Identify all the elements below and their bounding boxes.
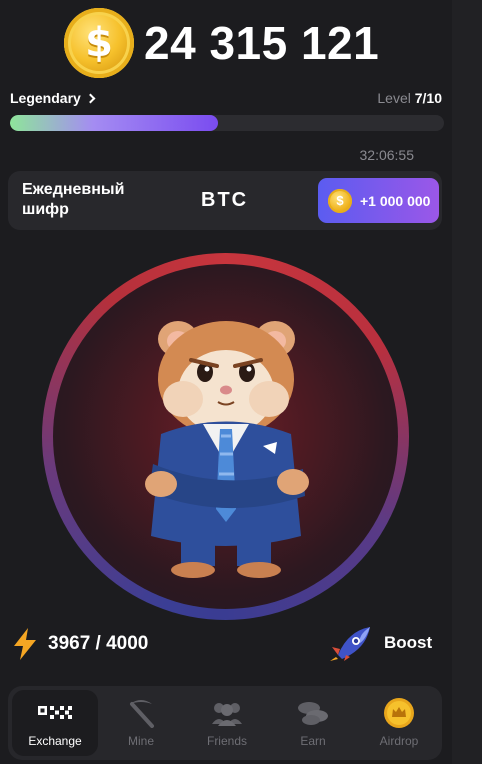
friends-icon <box>210 698 244 728</box>
level-label: Level <box>377 90 411 106</box>
level-row: Legendary Level 7/10 <box>10 90 442 106</box>
rocket-icon <box>330 627 370 661</box>
rank-link[interactable]: Legendary <box>10 90 96 106</box>
boost-button[interactable]: Boost <box>330 625 432 661</box>
daily-cipher-card[interactable]: Ежедневный шифр BTC $ +1 000 000 <box>8 171 442 230</box>
nav-label-earn: Earn <box>300 734 326 748</box>
pickaxe-icon <box>124 698 158 728</box>
lightning-icon <box>14 628 36 660</box>
cipher-timer: 32:06:55 <box>359 147 415 163</box>
airdrop-coin-icon <box>382 698 416 728</box>
cipher-reward-value: +1 000 000 <box>360 192 431 209</box>
nav-label-mine: Mine <box>127 734 154 748</box>
app-screen: $ 24 315 121 Legendary Level 7/10 32:06:… <box>0 0 452 764</box>
nav-label-exchange: Exchange <box>28 734 82 748</box>
coins-icon <box>296 698 330 728</box>
side-strip <box>452 0 482 764</box>
nav-label-friends: Friends <box>206 734 247 748</box>
level-progress-fill <box>10 115 219 131</box>
energy-indicator: 3967 / 4000 <box>12 628 148 660</box>
cipher-reward-button[interactable]: $ +1 000 000 <box>318 178 439 223</box>
coin-icon: $ <box>328 188 352 213</box>
balance-display: $ 24 315 121 <box>64 8 379 78</box>
tap-button[interactable] <box>42 253 409 620</box>
level-indicator: Level 7/10 <box>377 90 442 106</box>
chevron-right-icon <box>85 93 96 103</box>
balance-value: 24 315 121 <box>144 17 380 69</box>
nav-item-exchange[interactable]: Exchange <box>12 690 98 756</box>
hamster-ceo-image <box>145 321 309 578</box>
nav-item-earn[interactable]: Earn <box>270 686 356 760</box>
boost-label: Boost <box>384 633 433 652</box>
daily-cipher-label: Ежедневный шифр <box>22 181 125 218</box>
bottom-nav: Exchange Mine Friends Earn Airdrop <box>8 686 442 760</box>
tap-button-inner[interactable] <box>53 264 398 609</box>
energy-value: 3967 / 4000 <box>48 633 149 654</box>
rank-label: Legendary <box>10 90 81 106</box>
nav-item-airdrop[interactable]: Airdrop <box>356 686 442 760</box>
nav-item-mine[interactable]: Mine <box>98 686 184 760</box>
level-value: 7/10 <box>414 90 442 106</box>
nav-item-friends[interactable]: Friends <box>184 686 270 760</box>
level-progress-bar <box>10 115 444 131</box>
exchange-logo-icon <box>38 698 72 728</box>
nav-label-airdrop: Airdrop <box>379 734 419 748</box>
daily-cipher-code: BTC <box>201 189 249 211</box>
dollar-coin-icon: $ <box>64 8 134 78</box>
